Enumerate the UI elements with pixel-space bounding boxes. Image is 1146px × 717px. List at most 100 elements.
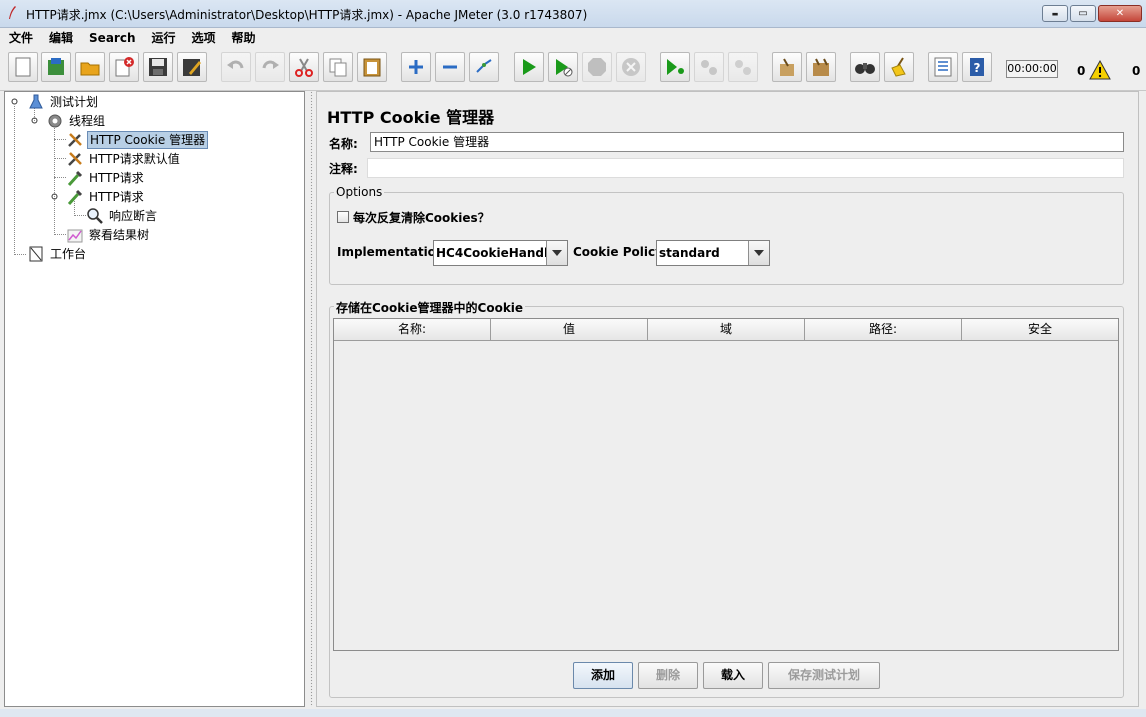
tree-node-label: HTTP请求: [89, 170, 144, 185]
window-bottom-border: [0, 709, 1146, 717]
play-no-pause-icon: [556, 59, 573, 77]
help-book-icon: ?: [970, 58, 984, 76]
test-plan-icon: [27, 93, 45, 111]
column-header-value[interactable]: 值: [491, 319, 648, 340]
name-field[interactable]: HTTP Cookie 管理器: [370, 132, 1124, 152]
broom-icon: [891, 57, 906, 77]
remote-shutdown-button[interactable]: [728, 52, 758, 82]
pipette-icon: [66, 169, 84, 187]
plus-icon: [409, 60, 423, 74]
column-header-name[interactable]: 名称:: [334, 319, 491, 340]
add-button[interactable]: 添加: [573, 662, 633, 689]
name-label: 名称:: [329, 137, 358, 151]
tree-node-http-request[interactable]: HTTP请求: [66, 168, 146, 187]
maximize-button[interactable]: ▭: [1070, 5, 1096, 22]
tree-node-results-tree[interactable]: 察看结果树: [66, 225, 151, 244]
menu-help[interactable]: 帮助: [223, 28, 263, 48]
save-button[interactable]: [143, 52, 173, 82]
tree-node-test-plan[interactable]: 测试计划: [27, 92, 100, 111]
cookie-policy-select[interactable]: standard: [656, 240, 770, 266]
paste-button[interactable]: [357, 52, 387, 82]
menu-run[interactable]: 运行: [142, 28, 182, 48]
clear-all-button[interactable]: [806, 52, 836, 82]
magnifier-icon: [86, 207, 104, 225]
copy-button[interactable]: [323, 52, 353, 82]
start-button[interactable]: [514, 52, 544, 82]
close-button[interactable]: ✕: [1098, 5, 1142, 22]
minimize-button[interactable]: ▬: [1042, 5, 1068, 22]
cut-button[interactable]: [289, 52, 319, 82]
delete-button[interactable]: 删除: [638, 662, 698, 689]
function-helper-button[interactable]: [928, 52, 958, 82]
toggle-button[interactable]: [469, 52, 499, 82]
toolbar: ? 00:00:00 0 0: [0, 48, 1146, 91]
tree-node-cookie-manager[interactable]: HTTP Cookie 管理器: [66, 130, 209, 149]
remote-start-button[interactable]: [660, 52, 690, 82]
close-document-icon: [115, 57, 134, 77]
tree-toggle-icon[interactable]: [51, 193, 58, 200]
tree-node-http-defaults[interactable]: HTTP请求默认值: [66, 149, 182, 168]
tree-node-workbench[interactable]: 工作台: [27, 244, 88, 263]
stored-cookies-title: 存储在Cookie管理器中的Cookie: [334, 299, 526, 316]
maximize-icon: ▭: [1078, 8, 1088, 19]
column-header-secure[interactable]: 安全: [962, 319, 1118, 340]
reset-search-button[interactable]: [884, 52, 914, 82]
tree-node-label: 测试计划: [50, 94, 99, 109]
tree-node-response-assertion[interactable]: 响应断言: [86, 206, 159, 225]
comment-field[interactable]: [367, 158, 1124, 178]
svg-text:?: ?: [974, 61, 981, 75]
window-titlebar[interactable]: HTTP请求.jmx (C:\Users\Administrator\Deskt…: [0, 0, 1146, 28]
tree-toggle-icon[interactable]: [11, 98, 18, 105]
policy-label: Cookie Policy:: [573, 245, 668, 259]
implementation-select[interactable]: HC4CookieHandler: [433, 240, 568, 266]
menu-file[interactable]: 文件: [0, 28, 40, 48]
column-header-path[interactable]: 路径:: [805, 319, 962, 340]
clipboard-icon: [363, 58, 381, 77]
start-no-pauses-button[interactable]: [548, 52, 578, 82]
save-test-plan-button[interactable]: 保存测试计划: [768, 662, 880, 689]
test-plan-tree[interactable]: 测试计划 线程组 HTTP Cookie 管理器 HTTP请求默认值 HTTP请…: [4, 91, 305, 707]
menu-options[interactable]: 选项: [183, 28, 223, 48]
menu-edit[interactable]: 编辑: [40, 28, 80, 48]
remote-stop-button[interactable]: [694, 52, 724, 82]
gear-icon: [46, 112, 64, 130]
close-plan-button[interactable]: [109, 52, 139, 82]
clear-button[interactable]: [772, 52, 802, 82]
tree-node-http-request[interactable]: HTTP请求: [66, 187, 146, 206]
open-button[interactable]: [75, 52, 105, 82]
save-as-icon: [183, 59, 201, 76]
save-as-button[interactable]: [177, 52, 207, 82]
search-button[interactable]: [850, 52, 880, 82]
help-button[interactable]: ?: [962, 52, 992, 82]
comment-label: 注释:: [329, 162, 358, 176]
tree-node-label: 线程组: [69, 113, 106, 128]
tree-line: [54, 125, 55, 235]
tree-node-thread-group[interactable]: 线程组: [46, 111, 107, 130]
tree-line: [54, 158, 66, 159]
window-title: HTTP请求.jmx (C:\Users\Administrator\Deskt…: [26, 8, 588, 22]
undo-button[interactable]: [221, 52, 251, 82]
warning-icon[interactable]: [1089, 60, 1111, 80]
new-button[interactable]: [8, 52, 38, 82]
expand-all-button[interactable]: [401, 52, 431, 82]
scissors-icon: [295, 58, 313, 77]
error-count: 0: [1077, 64, 1086, 78]
clear-cookies-checkbox[interactable]: [337, 211, 349, 223]
tree-toggle-icon[interactable]: [31, 117, 38, 124]
open-folder-icon: [80, 62, 100, 76]
column-header-domain[interactable]: 域: [648, 319, 805, 340]
templates-button[interactable]: [41, 52, 71, 82]
panel-splitter[interactable]: [307, 91, 316, 707]
stop-button[interactable]: [582, 52, 612, 82]
menu-search[interactable]: Search: [80, 28, 142, 48]
redo-button[interactable]: [255, 52, 285, 82]
collapse-all-button[interactable]: [435, 52, 465, 82]
cookies-table[interactable]: 名称: 值 域 路径: 安全: [333, 318, 1119, 651]
tree-line: [74, 215, 86, 216]
tree-node-label: 察看结果树: [89, 227, 150, 242]
new-document-icon: [15, 57, 31, 77]
splitter-grip: [310, 91, 313, 707]
shutdown-button[interactable]: [616, 52, 646, 82]
load-button[interactable]: 载入: [703, 662, 763, 689]
chart-icon: [66, 226, 84, 244]
